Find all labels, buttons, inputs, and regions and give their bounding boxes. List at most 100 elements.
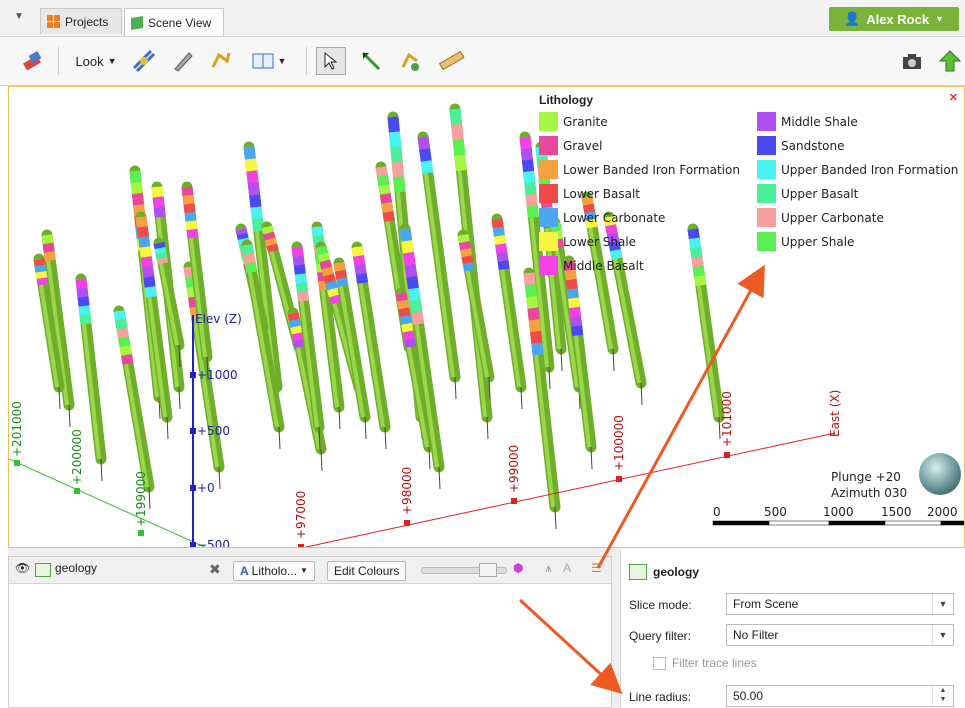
lithology-segment (115, 318, 128, 330)
layout-icon (252, 53, 274, 69)
scene-viewport[interactable]: +97000 +98000 +99000 +100000 +101000 East (X)… (8, 86, 965, 548)
object-row[interactable]: 👁 geology ✖ A Litholo... ▼ Edit Colours … (9, 557, 611, 584)
legend-label: Lower Banded Iron Formation (563, 162, 740, 177)
lithology-segment (41, 234, 54, 245)
spinner-icon[interactable]: ▲ ▼ (932, 686, 953, 706)
properties-panel: geology Slice mode: From Scene ▼ Query f… (620, 550, 965, 708)
lithology-colour-icon: A (240, 564, 249, 578)
lithology-segment (79, 314, 92, 325)
ruler-button[interactable] (436, 47, 468, 75)
legend-label: Lower Shale (563, 234, 637, 249)
remove-object-icon[interactable]: ✖ (209, 561, 221, 578)
lithology-segment (183, 266, 196, 278)
scene-canvas[interactable]: +97000 +98000 +99000 +100000 +101000 East (X)… (9, 87, 965, 548)
legend-swatch (539, 208, 558, 227)
user-name: Alex Rock (866, 11, 930, 27)
lithology-segment (523, 272, 536, 286)
look-dropdown[interactable]: Look ▼ (70, 47, 122, 75)
text-icon[interactable]: A (563, 561, 571, 575)
filter-trace-lines-checkbox[interactable] (653, 656, 666, 670)
select-line-icon (361, 51, 381, 71)
view-orientation-globe-icon[interactable] (919, 453, 961, 495)
lithology-segment (387, 116, 400, 133)
lithology-segment (571, 325, 584, 337)
lithology-segment (524, 182, 537, 196)
legend-label: Sandstone (781, 138, 845, 153)
slice-mode-select[interactable]: From Scene ▼ (726, 593, 954, 615)
lithology-segment (569, 306, 582, 318)
screenshot-button[interactable] (898, 47, 926, 75)
scale-bar-label: 0 (713, 505, 721, 519)
lithology-segment (451, 123, 464, 141)
vertical-splitter[interactable] (612, 550, 620, 708)
north-tick-marker (74, 488, 80, 494)
legend-label: Gravel (563, 138, 603, 153)
lithology-segment (243, 253, 256, 265)
lithology-segment (236, 232, 249, 241)
edit-colours-button[interactable]: Edit Colours (327, 561, 407, 581)
layout-dropdown[interactable]: ▼ (246, 47, 292, 75)
horizontal-splitter[interactable] (8, 548, 620, 556)
lithology-segment (401, 322, 414, 333)
east-axis-line (303, 432, 836, 547)
lithology-segment (388, 131, 402, 148)
properties-list-icon[interactable]: ☰ (591, 561, 602, 575)
lithology-segment (247, 182, 261, 196)
properties-header: geology (629, 564, 699, 580)
plunge-label: Plunge +20 (831, 470, 901, 484)
slice-tool-button[interactable] (128, 47, 160, 75)
visibility-eye-icon[interactable]: 👁 (15, 561, 30, 575)
legend-title: Lithology (539, 93, 593, 107)
select-tool-button[interactable] (316, 47, 346, 75)
user-account-button[interactable]: 👤 Alex Rock ▼ (829, 7, 959, 31)
line-radius-input[interactable]: 50.00 ▲ ▼ (726, 685, 954, 707)
lithology-segment (33, 258, 46, 267)
lithology-segment (411, 311, 425, 325)
line-style-icon[interactable]: ⬢ (513, 561, 523, 575)
legend-label: Upper Basalt (781, 186, 859, 201)
slice-mode-label: Slice mode: (629, 598, 692, 612)
north-axis-line (9, 458, 206, 547)
colour-by-dropdown[interactable]: A Litholo... ▼ (233, 561, 315, 581)
lithology-segment (113, 310, 126, 321)
lithology-segment (246, 170, 259, 184)
legend-swatch (757, 208, 776, 227)
draw-line-button[interactable] (168, 47, 198, 75)
lithology-segment (461, 255, 474, 265)
lithology-segment (287, 311, 300, 321)
legend-label: Middle Shale (781, 114, 858, 129)
publish-button[interactable] (936, 47, 964, 75)
tab-projects[interactable]: Projects (40, 8, 122, 34)
legend-label: Upper Carbonate (781, 210, 884, 225)
lithology-segment (403, 338, 417, 348)
lithology-segment (119, 345, 132, 356)
select-line-button[interactable] (356, 47, 386, 75)
lithology-segment (567, 297, 580, 309)
elev-tick-label: −500 (197, 538, 230, 548)
east-tick-label: +101000 (720, 391, 734, 447)
close-legend-icon[interactable]: ✕ (949, 91, 958, 104)
legend-label: Granite (563, 114, 608, 129)
lithology-segment (395, 292, 408, 302)
label-options-icon[interactable]: ⩚ (545, 561, 552, 576)
lithology-segment (390, 146, 403, 163)
lithology-segment (121, 354, 134, 365)
tab-menu-arrow-icon[interactable]: ▼ (14, 11, 24, 22)
lithology-segment (462, 262, 475, 272)
lithology-segment (75, 278, 88, 289)
tab-scene-view[interactable]: Scene View (124, 8, 224, 36)
cursor-arrow-icon (324, 51, 338, 70)
scale-bar-label: 1000 (823, 505, 854, 519)
legend-label: Upper Banded Iron Formation (781, 162, 959, 177)
lithology-segment (319, 259, 333, 270)
query-filter-select[interactable]: No Filter ▼ (726, 624, 954, 646)
reset-view-button[interactable] (18, 47, 46, 75)
elev-tick-marker (190, 485, 196, 491)
filter-trace-lines-option: Filter trace lines (653, 656, 757, 670)
draw-polyline-button[interactable] (206, 47, 236, 75)
lithology-segment (419, 148, 432, 162)
lithology-segment (186, 228, 199, 239)
select-points-button[interactable] (396, 47, 426, 75)
lithology-segment (154, 247, 167, 255)
slider-handle[interactable] (479, 563, 497, 577)
